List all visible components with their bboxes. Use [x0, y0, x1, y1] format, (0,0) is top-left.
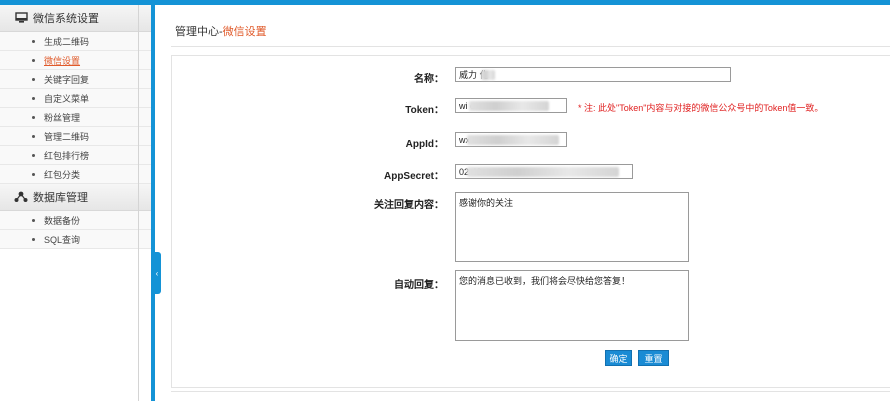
sidebar-item-label: 管理二维码: [44, 131, 90, 142]
sidebar-collapse-handle[interactable]: ‹: [153, 252, 161, 294]
network-icon: [14, 190, 28, 204]
sidebar-item-fans[interactable]: 粉丝管理: [0, 108, 151, 127]
redaction-blur: [467, 135, 559, 145]
reset-button[interactable]: 重置: [638, 350, 669, 366]
sidebar-group-database: 数据库管理 数据备份 SQL查询: [0, 184, 151, 249]
bullet-icon: [32, 58, 35, 62]
name-label: 名称：: [414, 74, 444, 85]
redaction-blur: [481, 70, 495, 80]
bullet-icon: [32, 172, 35, 176]
sidebar-item-label: 红包排行榜: [44, 150, 90, 161]
sidebar-group-title: 微信系统设置: [33, 13, 99, 25]
bullet-icon: [32, 96, 35, 100]
redaction-blur: [467, 167, 619, 177]
name-input[interactable]: [455, 67, 731, 82]
bullet-icon: [32, 153, 35, 157]
sidebar-divider: [138, 5, 139, 401]
sidebar-item-sql-query[interactable]: SQL查询: [0, 230, 151, 249]
chevron-left-icon: ‹: [155, 268, 159, 278]
bullet-icon: [32, 115, 35, 119]
sidebar-item-redpacket-rank[interactable]: 红包排行榜: [0, 146, 151, 165]
main-content: 管理中心-微信设置 名称： Token： * 注: 此处"Token"内容与对接…: [161, 5, 890, 401]
sidebar-item-label: 粉丝管理: [44, 112, 81, 123]
sidebar-item-qrcode[interactable]: 生成二维码: [0, 32, 151, 51]
breadcrumb-current: 微信设置: [222, 26, 267, 38]
appid-label: AppId：: [405, 139, 444, 150]
bullet-icon: [32, 218, 35, 222]
sidebar-item-label: 自定义菜单: [44, 93, 90, 104]
bullet-icon: [32, 39, 35, 43]
appsecret-label: AppSecret：: [383, 171, 444, 182]
auto-reply-label: 自动回复：: [394, 280, 444, 291]
sidebar-group-header-wechat[interactable]: 微信系统设置: [0, 5, 151, 32]
follow-reply-label: 关注回复内容：: [374, 200, 444, 211]
bullet-icon: [32, 134, 35, 138]
divider: [171, 46, 890, 47]
breadcrumb: 管理中心-微信设置: [175, 23, 267, 39]
bullet-icon: [32, 237, 35, 241]
sidebar-item-redpacket-category[interactable]: 红包分类: [0, 165, 151, 184]
sidebar-item-backup[interactable]: 数据备份: [0, 211, 151, 230]
auto-reply-textarea[interactable]: 您的消息已收到，我们将会尽快给您答复！: [455, 270, 689, 341]
divider: [171, 391, 890, 392]
token-label: Token：: [405, 105, 444, 116]
sidebar-item-label: SQL查询: [44, 234, 81, 245]
sidebar-item-label: 微信设置: [44, 55, 81, 66]
bullet-icon: [32, 77, 35, 81]
sidebar: 微信系统设置 生成二维码 微信设置 关键字回复 自定义菜单 粉丝管理 管理二维码…: [0, 5, 151, 401]
token-note: * 注: 此处"Token"内容与对接的微信公众号中的Token值一致。: [578, 103, 824, 113]
sidebar-group-title: 数据库管理: [33, 192, 88, 204]
sidebar-item-manage-qrcode[interactable]: 管理二维码: [0, 127, 151, 146]
sidebar-item-custom-menu[interactable]: 自定义菜单: [0, 89, 151, 108]
sidebar-item-label: 关键字回复: [44, 74, 90, 85]
follow-reply-textarea[interactable]: 感谢你的关注: [455, 192, 689, 262]
breadcrumb-home[interactable]: 管理中心-: [175, 26, 223, 38]
sidebar-item-label: 数据备份: [44, 215, 81, 226]
sidebar-group-wechat: 微信系统设置 生成二维码 微信设置 关键字回复 自定义菜单 粉丝管理 管理二维码…: [0, 5, 151, 184]
redaction-blur: [469, 101, 549, 111]
sidebar-item-keyword-reply[interactable]: 关键字回复: [0, 70, 151, 89]
confirm-button[interactable]: 确定: [605, 350, 632, 366]
monitor-icon: [14, 11, 28, 25]
sidebar-group-header-database[interactable]: 数据库管理: [0, 184, 151, 211]
sidebar-item-wechat-settings[interactable]: 微信设置: [0, 51, 151, 70]
sidebar-item-label: 生成二维码: [44, 36, 90, 47]
sidebar-item-label: 红包分类: [44, 169, 81, 180]
layout-splitter[interactable]: [151, 5, 155, 401]
